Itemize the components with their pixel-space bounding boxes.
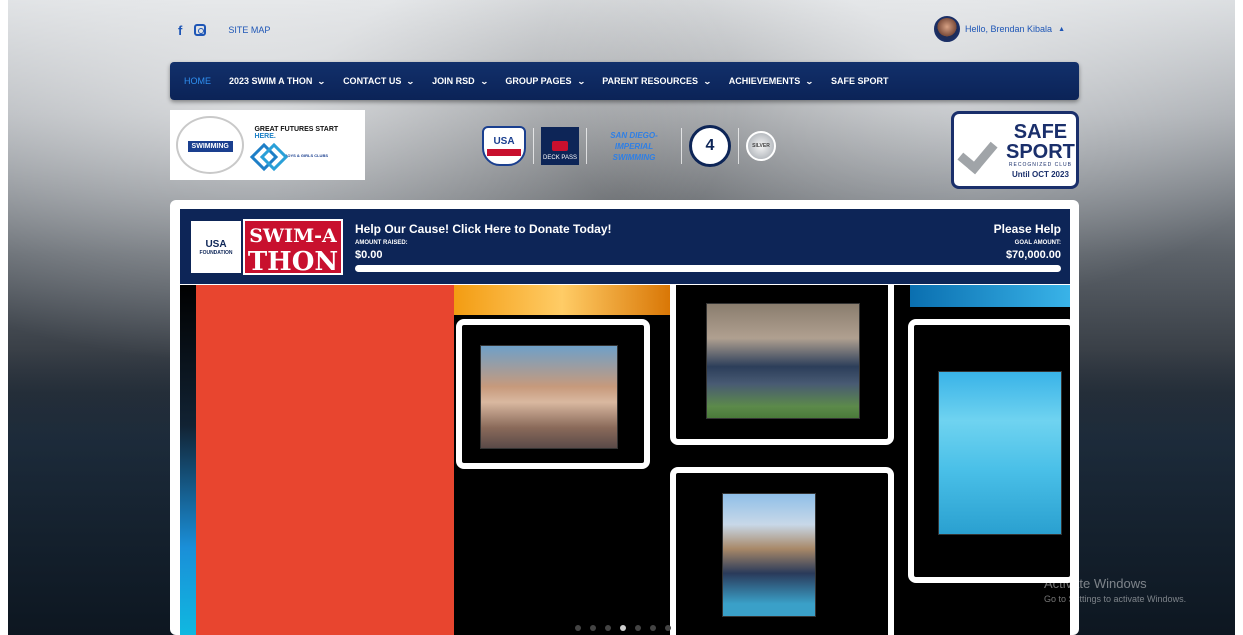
chevron-down-icon: ⌄ [703,76,712,86]
rsd-seal-logo: SWIMMING [176,116,245,174]
decorative-streak [910,285,1070,307]
carousel-dot[interactable] [575,625,581,631]
carousel-dot[interactable] [635,625,641,631]
chevron-down-icon[interactable]: ▲ [1058,26,1065,33]
team-photo [722,493,816,617]
team-photo [706,303,860,419]
nav-contact-us[interactable]: CONTACT US ⌄ [343,76,416,86]
chevron-down-icon: ⌄ [479,76,489,86]
chevron-down-icon: ⌄ [805,76,815,86]
san-diego-imperial-logo[interactable]: SAN DIEGO- IMPERIAL SWIMMING [594,130,674,163]
club-sponsor-logo[interactable]: SWIMMING GREAT FUTURES START HERE. BOYS … [170,110,365,180]
please-help-label: Please Help [993,222,1061,236]
boys-girls-club-name: BOYS & GIRLS CLUBS [284,152,328,158]
page-border-right [1235,0,1243,635]
swim-a-thon-logo: USA FOUNDATION SWIM-A THON [189,219,345,275]
donation-progress-bar [355,265,1061,272]
avatar[interactable] [934,16,960,42]
affiliation-badges: USA DECK PASS SAN DIEGO- IMPERIAL SWIMMI… [482,125,776,167]
main-nav: HOME 2023 SWIM A THON ⌄ CONTACT US ⌄ JOIN … [170,62,1079,100]
safe-sport-badge[interactable]: SAFE SPORT RECOGNIZED CLUB Until OCT 202… [951,111,1079,189]
divider [681,128,682,164]
photo-frame [456,319,650,469]
swim-a-thon-banner[interactable]: USA FOUNDATION SWIM-A THON Help Our Cause!… [180,209,1070,284]
carousel-dot[interactable] [665,625,671,631]
facebook-icon[interactable]: f [178,23,182,38]
slide-edge [180,285,196,635]
safe-sport-expiry: Until OCT 2023 [1012,169,1069,179]
recognized-club-label: RECOGNIZED CLUB [1008,161,1072,168]
goal-amount-label: GOAL AMOUNT: [1014,240,1061,246]
boys-girls-club-icon [254,146,280,164]
page-border-left [0,0,8,635]
nav-join-rsd[interactable]: JOIN RSD ⌄ [432,76,489,86]
usa-swimming-logo[interactable]: USA [482,126,526,166]
user-greeting[interactable]: Hello, Brendan Kibala [965,24,1052,34]
safe-sport-title-2: SPORT [1006,140,1075,163]
photo-carousel[interactable] [180,285,1070,635]
goal-amount-value: $70,000.00 [1005,249,1061,261]
divider [533,128,534,164]
slide-red-panel [196,285,454,635]
level-4-club-badge[interactable]: 4 [689,125,731,167]
carousel-dot[interactable] [620,625,626,631]
nav-swim-a-thon[interactable]: 2023 SWIM A THON ⌄ [229,76,327,86]
tagline-text: GREAT FUTURES START [254,126,339,133]
carousel-dot[interactable] [605,625,611,631]
divider [738,128,739,164]
deck-pass-logo[interactable]: DECK PASS [541,127,579,165]
team-photo [480,345,618,449]
main-content: USA FOUNDATION SWIM-A THON Help Our Cause!… [170,200,1079,635]
donate-link[interactable]: Help Our Cause! Click Here to Donate Tod… [355,222,612,236]
photo-frame [670,467,894,635]
chevron-down-icon: ⌄ [406,76,416,86]
instagram-icon[interactable] [194,24,207,36]
photo-frame [670,285,894,445]
pool-photo [938,371,1062,535]
amount-raised-value: $0.00 [355,249,383,261]
chevron-down-icon: ⌄ [576,76,586,86]
site-map-link[interactable]: SITE MAP [228,25,270,35]
decorative-streak [454,285,670,315]
carousel-dot[interactable] [650,625,656,631]
checkmark-icon [962,130,1002,170]
chevron-down-icon: ⌄ [317,76,327,86]
nav-group-pages[interactable]: GROUP PAGES ⌄ [505,76,586,86]
boys-girls-club-block: GREAT FUTURES START HERE. BOYS & GIRLS C… [254,126,359,164]
nav-home[interactable]: HOME [184,76,211,86]
safe-sport-title-1: SAFE [1013,120,1068,143]
divider [586,128,587,164]
amount-raised-label: AMOUNT RAISED: [355,240,408,246]
user-menu[interactable]: Hello, Brendan Kibala ▲ [934,16,1065,42]
carousel-dot[interactable] [590,625,596,631]
nav-safe-sport[interactable]: SAFE SPORT [831,76,889,86]
nav-parent-resources[interactable]: PARENT RESOURCES ⌄ [602,76,712,86]
photo-frame [908,319,1070,583]
usa-swimming-foundation-logo: USA FOUNDATION [189,219,243,275]
nav-achievements[interactable]: ACHIEVEMENTS ⌄ [729,76,815,86]
silver-medal-badge[interactable]: SILVER [746,131,776,161]
tagline-highlight: HERE. [254,133,276,140]
carousel-dots [575,625,680,631]
windows-activation-watermark: Activate Windows Go to Settings to activ… [1044,576,1187,604]
